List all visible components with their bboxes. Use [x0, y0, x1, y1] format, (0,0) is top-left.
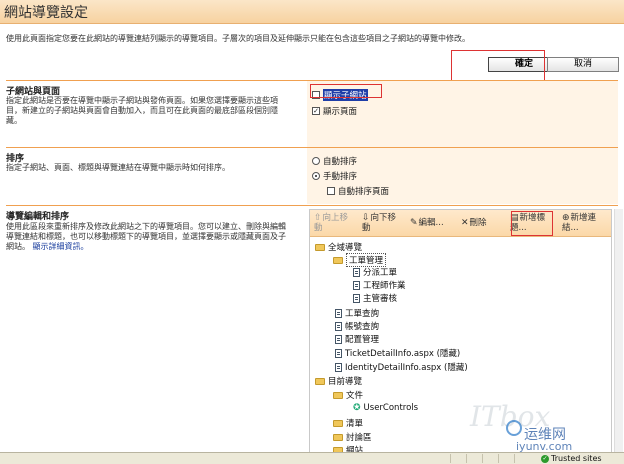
section-divider	[6, 205, 618, 206]
delete-label: 刪除	[469, 218, 487, 228]
tree-label: 工單查詢	[345, 309, 380, 319]
page-icon	[353, 280, 360, 290]
tree-item-global-nav[interactable]: 全域導覽	[315, 241, 362, 253]
status-cell	[498, 454, 512, 463]
tree-label: 工單管理	[346, 253, 387, 267]
trusted-label: Trusted sites	[551, 454, 602, 463]
tree-item-discussions[interactable]: 討論區	[333, 431, 372, 443]
title-bar: 網站導覽設定	[0, 0, 624, 24]
tree-item-lists[interactable]: 清單	[333, 417, 363, 429]
tree-label: TicketDetailInfo.aspx (隱藏)	[345, 349, 461, 359]
delete-x-icon: ✕	[461, 218, 469, 228]
manual-sort-radio[interactable]: 手動排序	[312, 170, 357, 182]
show-pages-label: 顯示頁面	[323, 107, 358, 117]
status-cell	[514, 454, 528, 463]
move-up-button[interactable]: ⇧向上移動	[314, 213, 356, 233]
tree-item-account-query[interactable]: 帳號查詢	[335, 320, 379, 332]
page-icon	[353, 293, 360, 303]
tree-item-ticket-detail[interactable]: TicketDetailInfo.aspx (隱藏)	[335, 347, 460, 359]
edit-button[interactable]: ✎編輯...	[410, 218, 444, 228]
move-down-button[interactable]: ⇩向下移動	[362, 213, 404, 233]
page-icon	[335, 308, 342, 318]
tree-label: 全域導覽	[328, 243, 363, 253]
folder-icon	[315, 243, 325, 251]
link-add-icon: ⊕	[562, 213, 570, 223]
checkbox-icon	[327, 187, 335, 195]
tree-item-supervisor-review[interactable]: 主管審核	[353, 292, 397, 304]
globe-icon: ✪	[353, 403, 361, 413]
page-scrollbar[interactable]	[614, 209, 623, 464]
edit-label: 編輯...	[418, 218, 444, 228]
watermark-logo-icon	[506, 420, 522, 436]
highlight-box	[310, 84, 382, 98]
highlight-box	[511, 211, 553, 236]
page-icon	[335, 334, 342, 344]
page-icon	[353, 267, 360, 277]
tree-label: 配置管理	[345, 335, 380, 345]
nav-edit-title: 導覽編輯和排序	[6, 212, 70, 222]
folder-icon	[333, 419, 343, 427]
folder-icon	[333, 391, 343, 399]
tree-label: 帳號查詢	[345, 322, 380, 332]
auto-sort-label: 自動排序	[323, 157, 358, 167]
arrow-down-icon: ⇩	[362, 213, 370, 223]
page-icon	[335, 348, 342, 358]
page-icon	[335, 321, 342, 331]
tree-item-work-order-query[interactable]: 工單查詢	[335, 307, 379, 319]
tree-item-identity-detail[interactable]: IdentityDetailInfo.aspx (隱藏)	[335, 361, 468, 373]
more-info-link[interactable]: 顯示詳細資訊。	[33, 242, 89, 251]
auto-sort-radio[interactable]: 自動排序	[312, 155, 357, 167]
tree-item-work-order-mgmt[interactable]: 工單管理	[333, 253, 387, 267]
page-title: 網站導覽設定	[4, 5, 88, 21]
tree-item-current-nav[interactable]: 目前導覽	[315, 375, 362, 387]
show-pages-checkbox[interactable]: ✓ 顯示頁面	[312, 105, 357, 117]
edit-icon: ✎	[410, 218, 418, 228]
tree-label: UserControls	[363, 403, 419, 413]
tree-label: 工程師作業	[363, 281, 406, 291]
check-circle-icon: ✓	[541, 454, 549, 463]
tree-item-dispatch[interactable]: 分派工單	[353, 266, 397, 278]
intro-text: 使用此頁面指定您要在此網站的導覽連結列顯示的導覽項目。子層次的項目及延伸顯示只能…	[6, 34, 470, 43]
status-bar: ✓ Trusted sites	[0, 452, 624, 464]
checked-icon: ✓	[312, 107, 320, 115]
tree-label: 清單	[346, 419, 364, 429]
tree-item-documents[interactable]: 文件	[333, 389, 363, 401]
manual-sort-label: 手動排序	[323, 172, 358, 182]
radio-selected-icon	[312, 172, 320, 180]
tree-label: 討論區	[346, 433, 372, 443]
tree-label: IdentityDetailInfo.aspx (隱藏)	[345, 363, 468, 373]
cancel-button[interactable]: 取消	[547, 57, 619, 72]
folder-icon	[315, 377, 325, 385]
tree-label: 目前導覽	[328, 377, 363, 387]
add-link-button[interactable]: ⊕新增連結...	[562, 213, 608, 233]
status-cell	[450, 454, 464, 463]
tree-item-config-mgmt[interactable]: 配置管理	[335, 333, 379, 345]
folder-icon	[333, 256, 343, 264]
status-cell	[466, 454, 480, 463]
auto-sort-pages-checkbox[interactable]: 自動排序頁面	[327, 185, 389, 197]
tree-label: 主管審核	[363, 294, 398, 304]
delete-button[interactable]: ✕刪除	[461, 218, 487, 228]
trusted-zone-indicator[interactable]: ✓ Trusted sites	[541, 454, 602, 463]
folder-icon	[333, 433, 343, 441]
nav-edit-desc: 使用此區段來重新排序及修改此網站之下的導覽項目。您可以建立、刪除與編輯導覽連結和…	[6, 222, 291, 252]
page-icon	[335, 362, 342, 372]
subsites-desc: 指定此網站是否要在導覽中顯示子網站與發佈頁面。如果您選擇要顯示這些項目，新建立的…	[6, 96, 278, 125]
sorting-desc: 指定子網站、頁面、標題與導覽連結在導覽中顯示時如何排序。	[6, 163, 230, 172]
tree-item-user-controls[interactable]: ✪ UserControls	[353, 403, 418, 413]
navigation-editor: ⇧向上移動 ⇩向下移動 ✎編輯... ✕刪除 ▤新增標題... ⊕新增連結...…	[309, 209, 612, 464]
tree-label: 分派工單	[363, 268, 398, 278]
status-cell	[482, 454, 496, 463]
arrow-up-icon: ⇧	[314, 213, 322, 223]
tree-label: 文件	[346, 391, 364, 401]
radio-icon	[312, 157, 320, 165]
nav-toolbar: ⇧向上移動 ⇩向下移動 ✎編輯... ✕刪除 ▤新增標題... ⊕新增連結...	[310, 210, 611, 237]
auto-sort-pages-label: 自動排序頁面	[338, 187, 390, 197]
tree-item-engineer-work[interactable]: 工程師作業	[353, 279, 406, 291]
